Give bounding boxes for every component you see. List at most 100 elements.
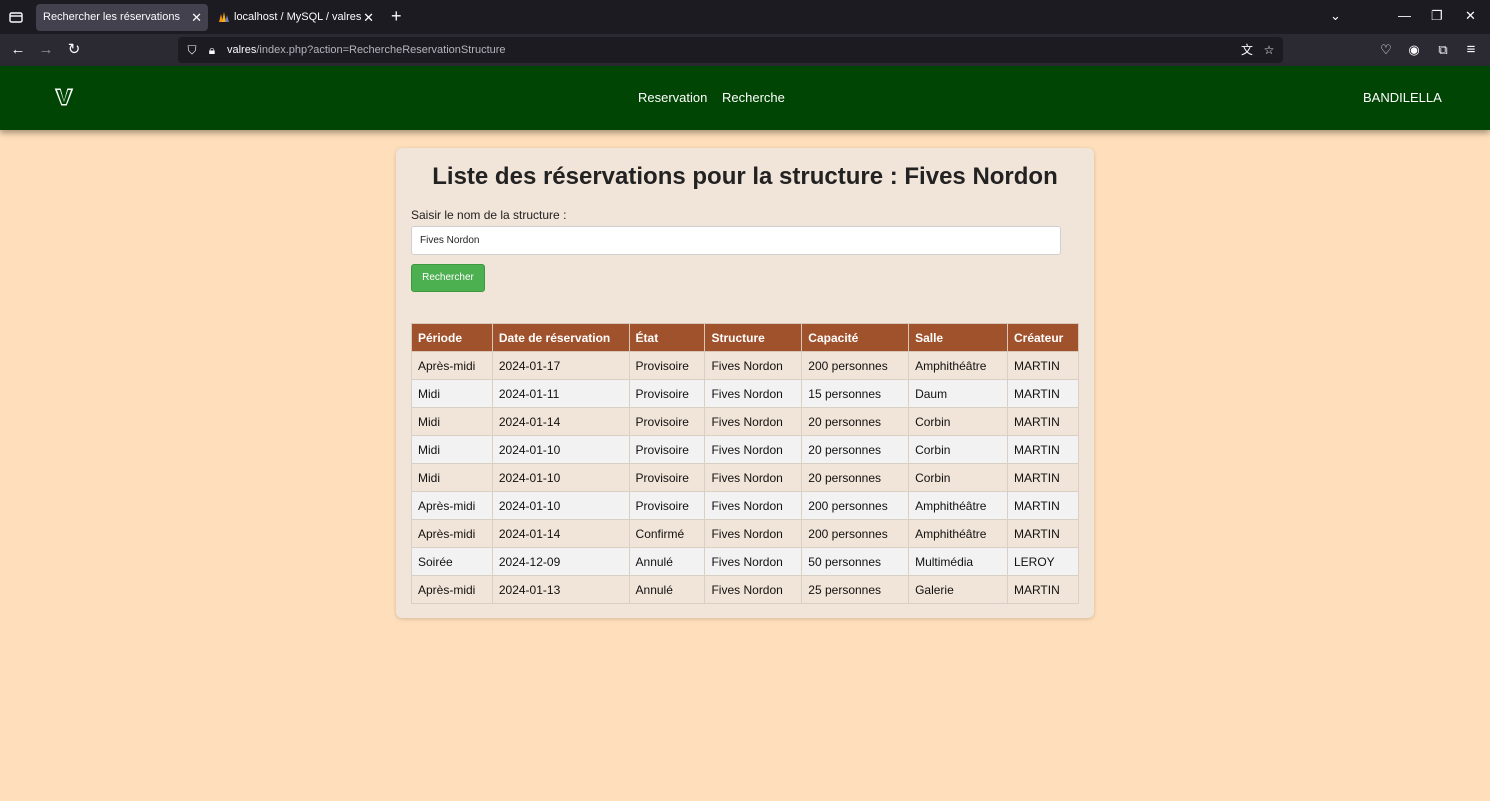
table-cell: 2024-01-14 <box>491 407 630 436</box>
table-cell: Après-midi <box>411 575 493 604</box>
minimize-icon[interactable]: — <box>1398 8 1411 23</box>
table-row: Midi 2024-01-11 Provisoire Fives Nordon 15 p… <box>411 379 1080 408</box>
tab-label: Rechercher les réservations <box>43 11 180 23</box>
table-cell: 2024-01-10 <box>491 463 630 492</box>
browser-tab-active[interactable]: Rechercher les réservations ✕ <box>36 4 208 31</box>
table-cell: Soirée <box>411 547 493 576</box>
page-title: Liste des réservations pour la structure… <box>432 163 1058 190</box>
table-cell: Corbin <box>908 407 1008 436</box>
column-header: Capacité <box>801 323 910 352</box>
table-cell: Corbin <box>908 435 1008 464</box>
close-tab-icon[interactable]: ✕ <box>363 4 374 31</box>
address-bar[interactable]: ⛉ 🔒︎ valres/index.php?action=RechercheRe… <box>178 37 1283 63</box>
table-cell: MARTIN <box>1006 575 1080 604</box>
table-cell: 2024-01-17 <box>491 351 630 380</box>
table-row: Midi 2024-01-10 Provisoire Fives Nordon 20 p… <box>411 463 1080 492</box>
phpmyadmin-favicon-icon <box>219 12 229 22</box>
tab-overflow-chevron-icon[interactable]: ⌄ <box>1330 8 1341 24</box>
tab-label: localhost / MySQL / valres / uti <box>234 11 362 23</box>
table-cell: 20 personnes <box>801 435 910 464</box>
table-cell: Fives Nordon <box>704 519 803 548</box>
url-text[interactable]: valres/index.php?action=RechercheReserva… <box>227 37 506 63</box>
translate-icon[interactable]: 文 <box>1239 42 1255 58</box>
menu-item-recherche[interactable]: Recherche <box>722 90 785 105</box>
table-cell: Multimédia <box>908 547 1008 576</box>
tab-list-icon[interactable] <box>8 9 24 25</box>
back-icon[interactable]: ← <box>9 41 27 59</box>
table-cell: 2024-01-14 <box>491 519 630 548</box>
table-cell: 200 personnes <box>801 519 910 548</box>
bookmark-star-icon[interactable]: ☆ <box>1261 42 1277 58</box>
table-cell: Provisoire <box>628 407 706 436</box>
table-cell: 2024-01-11 <box>491 379 630 408</box>
new-tab-icon[interactable]: + <box>391 6 402 26</box>
table-cell: Provisoire <box>628 463 706 492</box>
column-header: Salle <box>908 323 1008 352</box>
close-window-icon[interactable]: ✕ <box>1465 8 1476 24</box>
browser-tab-inactive[interactable]: localhost / MySQL / valres / uti ✕ <box>212 4 380 31</box>
table-cell: 20 personnes <box>801 463 910 492</box>
table-cell: Après-midi <box>411 351 493 380</box>
table-cell: 2024-01-13 <box>491 575 630 604</box>
table-cell: Fives Nordon <box>704 575 803 604</box>
table-cell: 50 personnes <box>801 547 910 576</box>
table-cell: Provisoire <box>628 491 706 520</box>
table-cell: Amphithéâtre <box>908 491 1008 520</box>
table-cell: Fives Nordon <box>704 435 803 464</box>
table-cell: MARTIN <box>1006 519 1080 548</box>
table-cell: 20 personnes <box>801 407 910 436</box>
reload-icon[interactable]: ↻ <box>65 41 83 59</box>
table-cell: Provisoire <box>628 351 706 380</box>
table-row: Après-midi 2024-01-17 Provisoire Fives Nord… <box>411 351 1080 380</box>
table-cell: 25 personnes <box>801 575 910 604</box>
pocket-icon[interactable]: ♡ <box>1377 41 1395 59</box>
table-cell: Corbin <box>908 463 1008 492</box>
table-cell: MARTIN <box>1006 379 1080 408</box>
table-cell: Fives Nordon <box>704 491 803 520</box>
table-cell: MARTIN <box>1006 407 1080 436</box>
search-button[interactable]: Rechercher <box>411 264 485 292</box>
menu-item-reservation[interactable]: Reservation <box>638 90 707 105</box>
extensions-icon[interactable]: ⧉ <box>1434 41 1452 59</box>
table-cell: Provisoire <box>628 435 706 464</box>
table-cell: Midi <box>411 435 493 464</box>
reservations-table: Période Date de réservation État Structu… <box>411 323 1080 604</box>
table-cell: Confirmé <box>628 519 706 548</box>
forward-icon[interactable]: → <box>37 41 55 59</box>
shield-icon[interactable]: ⛉ <box>184 42 200 58</box>
table-cell: 200 personnes <box>801 491 910 520</box>
table-cell: 2024-01-10 <box>491 491 630 520</box>
table-row: Après-midi 2024-01-14 Confirmé Fives Nordon… <box>411 519 1080 548</box>
table-cell: MARTIN <box>1006 463 1080 492</box>
table-cell: Fives Nordon <box>704 407 803 436</box>
lock-icon[interactable]: 🔒︎ <box>204 42 220 58</box>
structure-field-label: Saisir le nom de la structure : <box>411 208 567 222</box>
table-row: Soirée 2024-12-09 Annulé Fives Nordon 50 per… <box>411 547 1080 576</box>
column-header: Période <box>411 323 493 352</box>
table-cell: Fives Nordon <box>704 351 803 380</box>
table-cell: MARTIN <box>1006 491 1080 520</box>
table-cell: Fives Nordon <box>704 379 803 408</box>
table-cell: Fives Nordon <box>704 547 803 576</box>
user-name[interactable]: BANDILELLA <box>1363 90 1442 105</box>
column-header: Créateur <box>1006 323 1080 352</box>
table-row: Midi 2024-01-14 Provisoire Fives Nordon 20 p… <box>411 407 1080 436</box>
table-cell: Annulé <box>628 547 706 576</box>
valres-logo[interactable] <box>52 86 76 108</box>
account-icon[interactable]: ◉ <box>1405 41 1423 59</box>
menu-icon[interactable]: ≡ <box>1462 41 1480 59</box>
table-cell: Après-midi <box>411 519 493 548</box>
browser-tab-bar: Rechercher les réservations ✕ localhost … <box>0 0 1490 34</box>
table-cell: Amphithéâtre <box>908 351 1008 380</box>
structure-search-input[interactable]: Fives Nordon <box>411 226 1061 255</box>
table-cell: Annulé <box>628 575 706 604</box>
table-cell: MARTIN <box>1006 351 1080 380</box>
close-tab-icon[interactable]: ✕ <box>191 4 202 31</box>
table-cell: Midi <box>411 379 493 408</box>
table-cell: 2024-12-09 <box>491 547 630 576</box>
table-cell: 200 personnes <box>801 351 910 380</box>
table-cell: 15 personnes <box>801 379 910 408</box>
table-cell: Fives Nordon <box>704 463 803 492</box>
table-cell: Midi <box>411 407 493 436</box>
restore-icon[interactable]: ❐ <box>1431 8 1443 24</box>
